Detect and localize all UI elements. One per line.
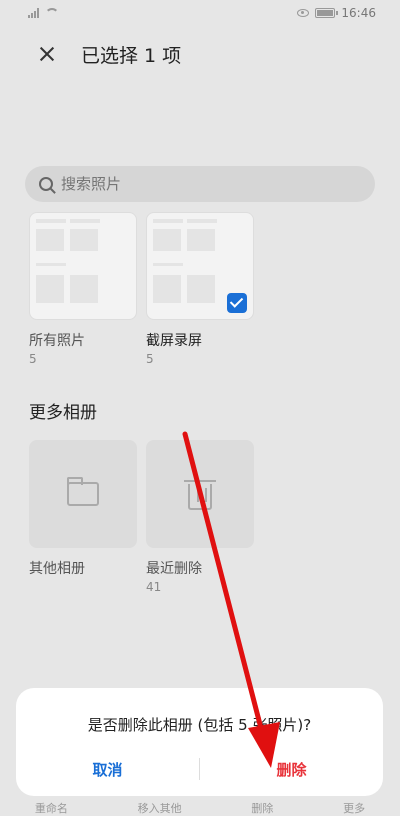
- bottom-action-bar: 重命名 移入其他 删除 更多: [0, 794, 400, 816]
- album-recently-deleted[interactable]: 最近删除 41: [146, 440, 254, 594]
- album-thumbnail: [29, 440, 137, 548]
- album-count: 5: [146, 352, 154, 366]
- delete-button[interactable]: 删除: [200, 759, 383, 780]
- album-name: 最近删除: [146, 561, 202, 577]
- page-title: 已选择 1 项: [81, 44, 182, 67]
- delete-action[interactable]: 删除: [251, 800, 273, 816]
- album-other[interactable]: 其他相册: [29, 440, 137, 578]
- album-name: 所有照片: [29, 333, 85, 349]
- album-all-photos[interactable]: 所有照片 5: [29, 212, 137, 366]
- album-thumbnail: [146, 440, 254, 548]
- signal-icon: [28, 8, 39, 18]
- section-title: 更多相册: [29, 403, 97, 423]
- album-thumbnail: [29, 212, 137, 320]
- album-count: 41: [146, 580, 162, 594]
- header: 已选择 1 项: [0, 36, 400, 72]
- trash-icon: [184, 480, 216, 510]
- folder-icon: [67, 477, 99, 506]
- checkbox-checked-icon[interactable]: [227, 293, 247, 313]
- wifi-icon: [45, 8, 59, 18]
- search-icon: [39, 177, 53, 191]
- move-action[interactable]: 移入其他: [138, 800, 182, 816]
- album-count: 5: [29, 352, 37, 366]
- eye-comfort-icon: [297, 9, 310, 17]
- dialog-actions: 取消 删除: [16, 758, 383, 780]
- search-bar[interactable]: [25, 166, 375, 202]
- more-action[interactable]: 更多: [343, 800, 365, 816]
- album-thumbnail: [146, 212, 254, 320]
- rename-action[interactable]: 重命名: [35, 800, 68, 816]
- album-name: 其他相册: [29, 561, 85, 577]
- close-icon[interactable]: [32, 39, 62, 69]
- battery-icon: [315, 8, 339, 18]
- search-input[interactable]: [61, 175, 341, 193]
- status-bar: 16:46: [0, 0, 400, 26]
- cancel-button[interactable]: 取消: [16, 759, 199, 780]
- delete-confirm-dialog: 是否删除此相册 (包括 5 张照片)? 取消 删除: [16, 688, 383, 796]
- album-screenshots[interactable]: 截屏录屏 5: [146, 212, 254, 366]
- status-right: 16:46: [297, 6, 376, 20]
- dialog-message: 是否删除此相册 (包括 5 张照片)?: [87, 716, 312, 734]
- status-time: 16:46: [341, 6, 376, 20]
- status-left: [28, 8, 59, 18]
- album-name: 截屏录屏: [146, 333, 202, 349]
